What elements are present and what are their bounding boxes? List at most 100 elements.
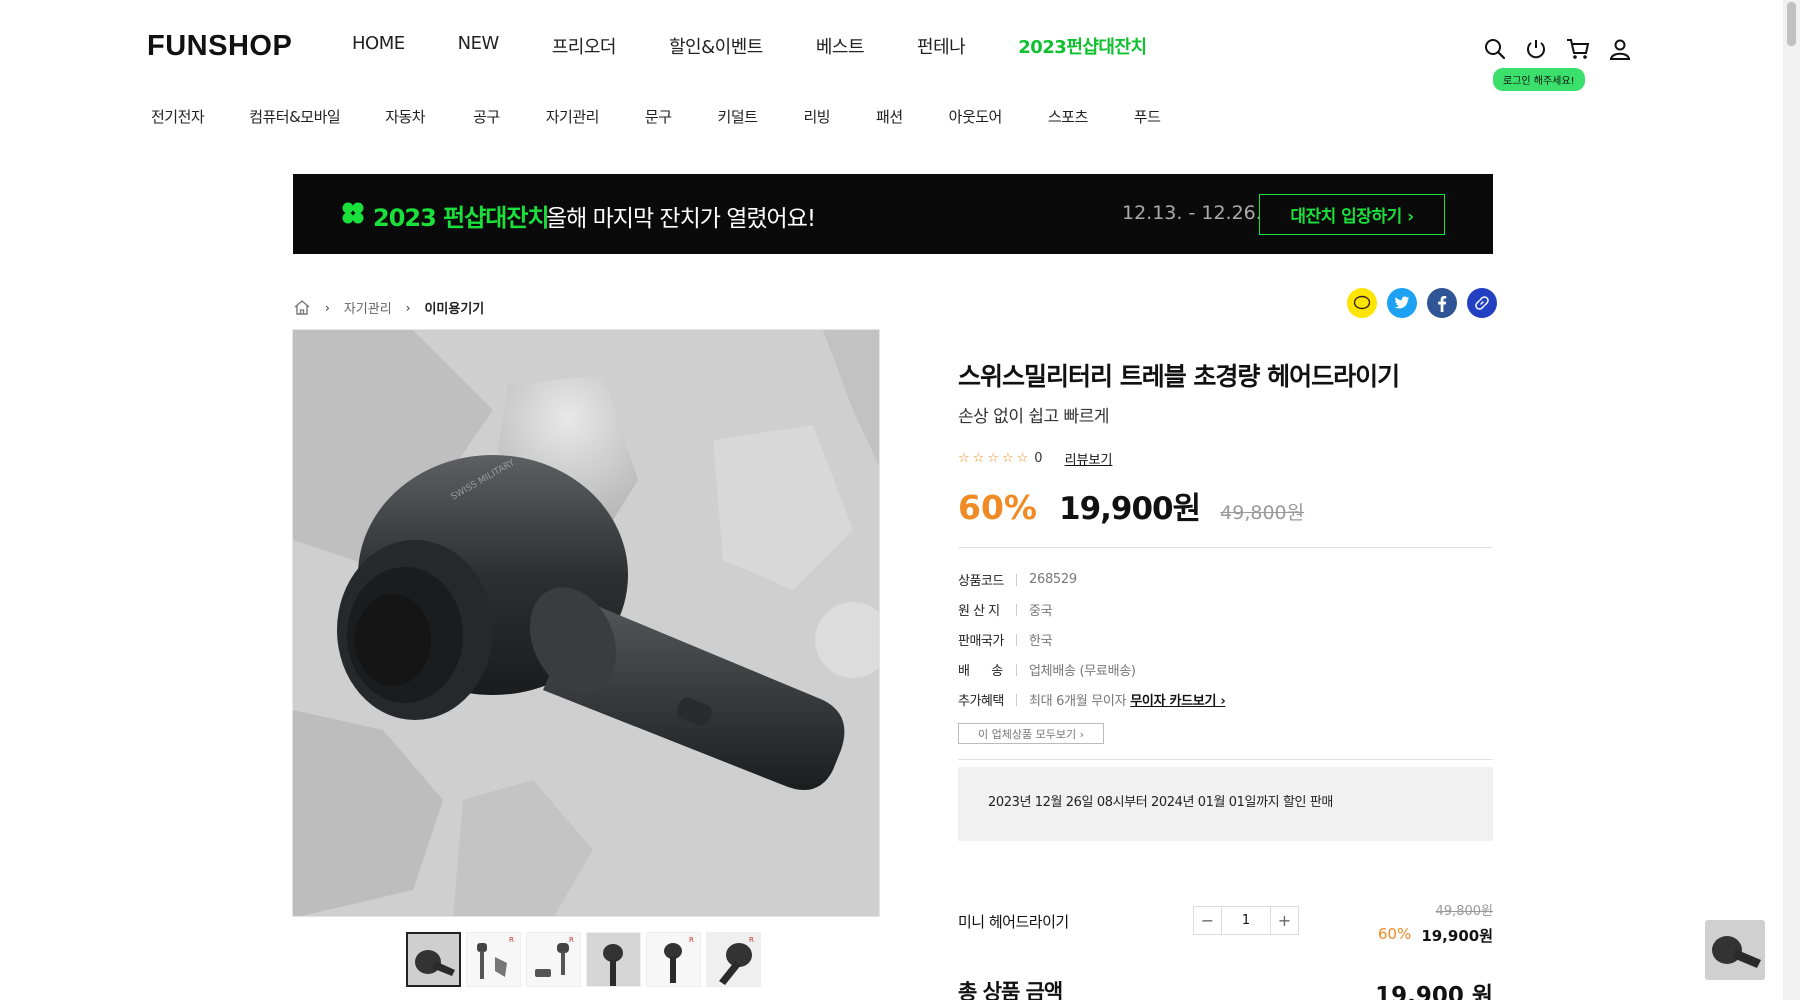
price-block: 60% 19,900원 49,800원: [958, 483, 1304, 528]
option-discount: 60%: [1377, 925, 1412, 943]
power-login-icon[interactable]: [1521, 34, 1551, 64]
thumbnail[interactable]: R: [646, 932, 701, 987]
search-icon[interactable]: [1480, 34, 1510, 64]
info-value: 중국: [1029, 604, 1053, 619]
info-row-origin: 원 산 지 중국: [958, 600, 1053, 619]
gnb-preorder[interactable]: 프리오더: [552, 33, 617, 59]
info-value: 업체배송 (무료배송): [1029, 664, 1136, 679]
user-icon[interactable]: [1605, 34, 1635, 64]
card-benefit-link[interactable]: 무이자 카드보기 ›: [1130, 694, 1225, 709]
svg-text:R: R: [749, 936, 754, 944]
info-key: 배 송: [958, 664, 1003, 679]
info-key: 원 산 지: [958, 604, 1000, 619]
funshop-logo[interactable]: FUNSHOP: [147, 30, 292, 63]
gnb-sale-event[interactable]: 할인&이벤트: [669, 33, 763, 59]
thumbnail[interactable]: [406, 932, 461, 987]
info-row-benefit: 추가혜택 최대 6개월 무이자 무이자 카드보기 ›: [958, 690, 1226, 709]
kakao-share-icon[interactable]: [1347, 288, 1377, 318]
gnb-home[interactable]: HOME: [352, 33, 405, 59]
category-food[interactable]: 푸드: [1134, 106, 1161, 127]
banner-date: 12.13. - 12.26.: [1122, 202, 1262, 224]
twitter-share-icon[interactable]: [1387, 288, 1417, 318]
quantity-input[interactable]: 1: [1221, 907, 1271, 934]
thumbnail[interactable]: R: [526, 932, 581, 987]
info-key: 판매국가: [958, 634, 1004, 649]
category-car[interactable]: 자동차: [385, 106, 425, 127]
thumbnail-strip: R R R R: [406, 932, 761, 987]
star-icon: ☆: [1016, 451, 1029, 466]
home-icon[interactable]: [293, 299, 311, 316]
info-row-shipping: 배 송 업체배송 (무료배송): [958, 660, 1136, 679]
original-price: 49,800원: [1220, 502, 1305, 524]
gnb-best[interactable]: 베스트: [816, 33, 865, 59]
clover-icon: [342, 202, 364, 224]
category-self-care[interactable]: 자기관리: [546, 106, 600, 127]
breadcrumb-current[interactable]: 이미용기기: [424, 298, 484, 317]
gnb-new[interactable]: NEW: [458, 33, 500, 59]
option-original-price: 49,800원: [1435, 904, 1493, 919]
product-title: 스위스밀리터리 트레블 초경량 헤어드라이기: [958, 362, 1400, 391]
facebook-share-icon[interactable]: [1427, 288, 1457, 318]
enter-festival-button[interactable]: 대잔치 입장하기 ›: [1259, 194, 1445, 235]
product-main-image[interactable]: SWISS MILITARY: [292, 329, 880, 917]
gnb-festival[interactable]: 2023펀샵대잔치: [1018, 33, 1147, 59]
category-fashion[interactable]: 패션: [876, 106, 903, 127]
star-icon: ☆: [958, 451, 970, 466]
login-tooltip: 로그인 해주세요!: [1493, 68, 1585, 91]
category-outdoor[interactable]: 아웃도어: [949, 106, 1003, 127]
quantity-stepper: − 1 +: [1193, 906, 1299, 935]
breadcrumb-item[interactable]: 자기관리: [344, 298, 392, 317]
category-kidult[interactable]: 키덜트: [718, 106, 758, 127]
category-stationery[interactable]: 문구: [645, 106, 672, 127]
total-price: 19,900 원: [1375, 983, 1493, 1000]
banner-title: 2023 펀샵대잔치: [373, 204, 550, 232]
info-value: 한국: [1029, 634, 1053, 649]
category-nav: 전기전자 컴퓨터&모바일 자동차 공구 자기관리 문구 키덜트 리빙 패션 아웃…: [151, 106, 1161, 127]
star-icon: ☆: [1001, 451, 1014, 466]
product-subtitle: 손상 없이 쉽고 빠르게: [958, 407, 1109, 427]
info-key: 상품코드: [958, 574, 1004, 589]
info-row-country: 판매국가 한국: [958, 630, 1053, 649]
star-icon: ☆: [987, 451, 999, 466]
link-copy-icon[interactable]: [1467, 288, 1497, 318]
category-sports[interactable]: 스포츠: [1048, 106, 1088, 127]
recent-viewed-thumbnail[interactable]: [1705, 920, 1765, 980]
chevron-right-icon: ›: [405, 300, 411, 315]
cart-icon[interactable]: [1563, 34, 1593, 64]
breadcrumb: › 자기관리 › 이미용기기: [293, 298, 484, 317]
review-count: 0: [1034, 451, 1043, 466]
info-value: 268529: [1029, 572, 1077, 587]
category-electronics[interactable]: 전기전자: [151, 106, 205, 127]
plus-icon[interactable]: +: [1271, 907, 1298, 934]
discount-rate: 60%: [958, 488, 1037, 527]
global-nav: HOME NEW 프리오더 할인&이벤트 베스트 펀테나 2023펀샵대잔치: [352, 33, 1200, 59]
svg-text:R: R: [569, 936, 574, 944]
rating: ☆ ☆ ☆ ☆ ☆ 0 리뷰보기: [958, 449, 1112, 468]
svg-text:R: R: [509, 936, 514, 944]
total-label: 총 상품 금액: [958, 980, 1063, 1000]
svg-text:R: R: [689, 936, 694, 944]
review-link[interactable]: 리뷰보기: [1065, 449, 1113, 468]
vendor-products-button[interactable]: 이 업체상품 모두보기 ›: [958, 723, 1104, 744]
info-row-code: 상품코드 268529: [958, 570, 1077, 589]
star-icon: ☆: [972, 451, 985, 466]
minus-icon[interactable]: −: [1194, 907, 1221, 934]
info-value: 최대 6개월 무이자: [1029, 694, 1127, 709]
gnb-funtenna[interactable]: 펀테나: [917, 33, 966, 59]
sale-notice: 2023년 12월 26일 08시부터 2024년 01월 01일까지 할인 판…: [958, 767, 1493, 841]
option-name: 미니 헤어드라이기: [958, 913, 1069, 931]
sale-price: 19,900원: [1059, 491, 1201, 527]
thumbnail[interactable]: R: [466, 932, 521, 987]
category-tools[interactable]: 공구: [473, 106, 500, 127]
thumbnail[interactable]: [586, 932, 641, 987]
divider: [958, 759, 1493, 760]
festival-banner[interactable]: 2023 펀샵대잔치 올해 마지막 잔치가 열렸어요! 12.13. - 12.…: [293, 174, 1493, 254]
option-price: 60% 19,900원: [1370, 925, 1493, 946]
divider: [958, 547, 1493, 548]
category-computer-mobile[interactable]: 컴퓨터&모바일: [249, 106, 341, 127]
category-living[interactable]: 리빙: [803, 106, 830, 127]
thumbnail[interactable]: R: [706, 932, 761, 987]
page-scrollbar[interactable]: [1783, 0, 1800, 1000]
option-sale-price: 19,900원: [1421, 927, 1493, 945]
banner-subtitle: 올해 마지막 잔치가 열렸어요!: [546, 206, 816, 232]
